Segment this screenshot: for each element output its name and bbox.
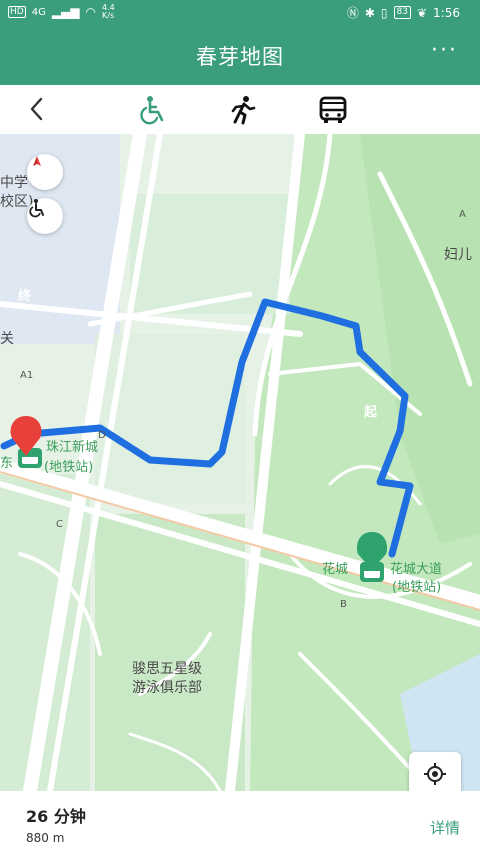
exit-c-label: C [56,519,63,530]
signal-label: 4G [31,6,46,18]
route-summary-panel: 26 分钟 880 m 详情 [0,791,480,853]
travel-mode-bar [0,85,480,134]
exit-b-label: B [340,599,347,610]
start-marker-label: 起 [364,405,378,420]
map-view[interactable]: 终 起 中学 校区) 关 妇儿 A1 A B C D 东 珠江新城 (地铁站) … [0,134,480,791]
network-type: HD [8,6,26,18]
back-arrow-icon[interactable] [26,95,48,123]
start-station-name: 花城大道 [390,562,443,577]
speed-unit: K/s [102,11,115,20]
route-distance: 880 m [26,831,65,845]
end-station-sub: (地铁站) [44,460,94,475]
fuer-label: 妇儿 [444,247,472,263]
page-title: 春芽地图 [196,45,284,69]
vibrate-icon: ▯ [380,5,388,20]
guan-label: 关 [0,331,14,347]
end-station-prefix: 东 [0,456,14,471]
bus-icon[interactable] [318,95,348,125]
end-station-marker[interactable] [18,448,42,468]
end-marker-label: 终 [18,289,32,304]
clock: 1:56 [433,5,460,20]
exit-a1-label: A1 [20,370,34,381]
club-label-1: 骏思五星级 [132,661,202,677]
status-bar: HD 4G ▂▄▆ ◠ 4.4 K/s Ⓝ ✱ ▯ 83 ❦ 1:56 [0,0,480,24]
compass-icon [33,156,41,166]
more-menu-button[interactable]: ··· [431,38,458,63]
start-station-sub: (地铁站) [392,580,442,595]
details-button[interactable]: 详情 [430,817,460,838]
club-label-2: 游泳俱乐部 [132,680,202,696]
title-bar: 春芽地图 ··· [0,24,480,85]
locate-me-button[interactable] [409,752,461,796]
bluetooth-icon: ✱ [364,5,375,20]
wheelchair-icon[interactable] [138,95,168,125]
compass-button[interactable] [27,154,63,190]
nfc-icon: Ⓝ [346,6,359,20]
exit-d-label: D [98,430,106,441]
start-station-prefix: 花城 [322,562,349,577]
end-station-name: 珠江新城 [46,440,99,455]
accessibility-layer-button[interactable] [27,198,63,234]
walk-icon[interactable] [228,95,258,125]
route-duration: 26 分钟 [26,807,86,826]
wheelchair-small-icon [29,199,44,218]
wifi-icon: ◠ [85,5,96,19]
battery-indicator: 83 [393,6,411,19]
leaf-icon: ❦ [416,5,428,20]
crosshair-icon [424,763,446,785]
exit-a-label: A [459,209,466,220]
school-label-1: 中学 [0,175,28,191]
signal-icon: ▂▄▆ [51,5,80,19]
